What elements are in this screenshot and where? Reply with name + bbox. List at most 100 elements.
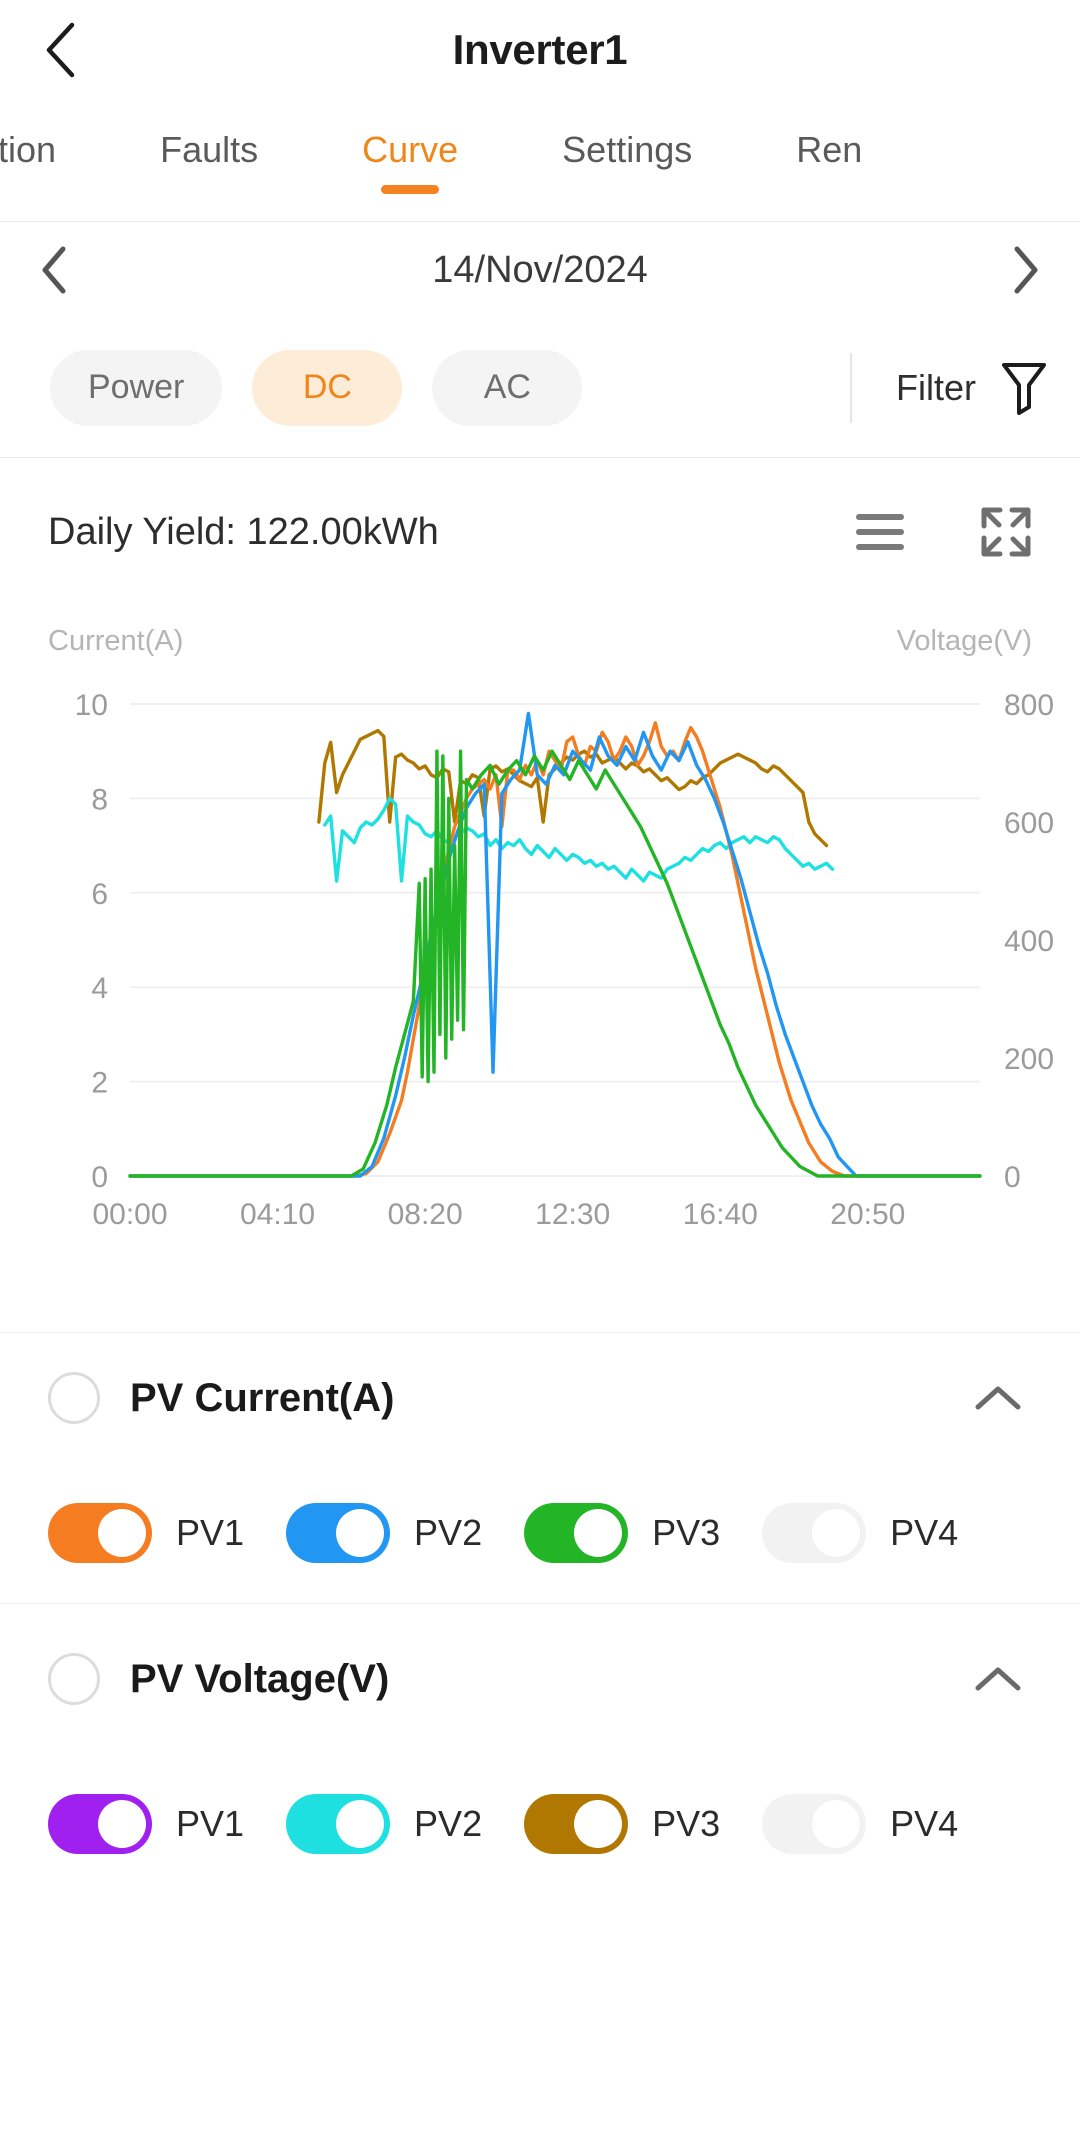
- tab-label: ation: [0, 129, 57, 170]
- tab-faults[interactable]: Faults: [108, 100, 310, 200]
- section-pv-voltage: PV Voltage(V) PV1 PV2 PV3 PV4: [0, 1603, 1080, 1894]
- toggle-pv-voltage-pv3[interactable]: [524, 1794, 629, 1854]
- chevron-left-icon: [42, 246, 66, 294]
- chip-label: DC: [302, 368, 352, 406]
- svg-text:20:50: 20:50: [830, 1198, 905, 1231]
- section-radio-pv-current[interactable]: [48, 1372, 100, 1424]
- chip-power[interactable]: Power: [50, 349, 223, 426]
- previous-day-button[interactable]: [22, 238, 86, 302]
- tab-label: Faults: [160, 129, 259, 170]
- tab-remote[interactable]: Ren: [744, 100, 914, 200]
- filter-bar: Power DC AC Filter: [0, 318, 1080, 458]
- next-day-button[interactable]: [994, 238, 1058, 302]
- legend-label: PV2: [414, 1803, 483, 1844]
- chevron-right-icon: [1014, 246, 1038, 294]
- section-items: PV1 PV2 PV3 PV4: [0, 1754, 1080, 1894]
- legend-label: PV2: [414, 1512, 483, 1553]
- page-title: Inverter1: [452, 26, 628, 73]
- legend-item[interactable]: PV3: [524, 1794, 720, 1854]
- svg-text:600: 600: [1004, 807, 1054, 840]
- chart-list-button[interactable]: [850, 502, 910, 562]
- toggle-knob: [574, 1509, 623, 1557]
- legend-item[interactable]: PV1: [48, 1794, 244, 1854]
- axis-captions: Current(A) Voltage(V): [0, 606, 1080, 676]
- toggle-knob: [336, 1509, 385, 1557]
- daily-yield-label: Daily Yield: 122.00kWh: [48, 510, 439, 553]
- toggle-knob: [812, 1509, 861, 1557]
- tab-settings[interactable]: Settings: [510, 100, 744, 200]
- legend-item[interactable]: PV4: [762, 1503, 958, 1563]
- tab-information[interactable]: ation: [0, 100, 108, 200]
- collapse-toggle-pv-current[interactable]: [970, 1370, 1026, 1426]
- svg-text:12:30: 12:30: [535, 1198, 610, 1231]
- section-title: PV Current(A): [130, 1375, 395, 1420]
- svg-text:800: 800: [1004, 689, 1054, 722]
- svg-text:0: 0: [1004, 1161, 1021, 1194]
- toggle-pv-current-pv1[interactable]: [48, 1503, 152, 1563]
- section-header: PV Current(A): [0, 1333, 1080, 1463]
- svg-text:0: 0: [91, 1161, 108, 1194]
- curve-chart[interactable]: 0 2 4 6 8 10 0 200 400 600 800 00:00 04:10 08:20 12:30…: [0, 676, 1080, 1296]
- legend-item[interactable]: PV3: [524, 1503, 720, 1563]
- selected-date: 14/Nov/2024: [432, 248, 648, 291]
- section-title: PV Voltage(V): [130, 1656, 390, 1701]
- chart-header-actions: [850, 502, 1036, 562]
- app-screen: Inverter1 ation Faults Curve Settings Re…: [0, 0, 1080, 2135]
- tab-bar: ation Faults Curve Settings Ren: [0, 100, 1080, 222]
- filter-label: Filter: [896, 366, 976, 408]
- legend-item[interactable]: PV1: [48, 1503, 244, 1563]
- tab-label: Settings: [562, 129, 693, 170]
- collapse-toggle-pv-voltage[interactable]: [970, 1651, 1026, 1707]
- section-header: PV Voltage(V): [0, 1604, 1080, 1754]
- date-navigation: 14/Nov/2024: [0, 222, 1080, 318]
- chip-label: Power: [88, 368, 185, 406]
- toggle-pv-current-pv2[interactable]: [286, 1503, 391, 1563]
- legend-label: PV3: [652, 1803, 721, 1844]
- svg-text:2: 2: [91, 1067, 108, 1100]
- legend-label: PV3: [652, 1512, 721, 1553]
- section-items: PV1 PV2 PV3 PV4: [0, 1463, 1080, 1603]
- toggle-pv-voltage-pv2[interactable]: [286, 1794, 391, 1854]
- tab-strip[interactable]: ation Faults Curve Settings Ren: [0, 100, 914, 200]
- chart-fullscreen-button[interactable]: [976, 502, 1036, 562]
- svg-text:8: 8: [91, 783, 108, 816]
- section-pv-current: PV Current(A) PV1 PV2 PV3 PV4: [0, 1332, 1080, 1603]
- toggle-pv-voltage-pv4[interactable]: [762, 1794, 867, 1854]
- chart-canvas: 0 2 4 6 8 10 0 200 400 600 800 00:00 04:10 08:20 12:30…: [75, 689, 1054, 1231]
- svg-text:4: 4: [91, 972, 108, 1005]
- section-radio-pv-voltage[interactable]: [48, 1653, 100, 1705]
- legend-label: PV4: [890, 1512, 959, 1553]
- legend-item[interactable]: PV4: [762, 1794, 958, 1854]
- svg-text:00:00: 00:00: [92, 1198, 167, 1231]
- toggle-pv-current-pv4[interactable]: [762, 1503, 867, 1563]
- legend-item[interactable]: PV2: [286, 1794, 482, 1854]
- toggle-pv-voltage-pv1[interactable]: [48, 1794, 152, 1854]
- svg-text:200: 200: [1004, 1043, 1054, 1076]
- toggle-pv-current-pv3[interactable]: [524, 1503, 629, 1563]
- svg-text:04:10: 04:10: [240, 1198, 315, 1231]
- toggle-knob: [98, 1800, 146, 1848]
- right-axis-caption: Voltage(V): [896, 624, 1032, 657]
- chevron-up-icon: [975, 1667, 1021, 1691]
- chip-label: AC: [483, 368, 531, 406]
- legend-label: PV1: [176, 1803, 245, 1844]
- chevron-up-icon: [975, 1386, 1021, 1410]
- legend-item[interactable]: PV2: [286, 1503, 482, 1563]
- chip-group: Power DC AC: [50, 349, 583, 426]
- hamburger-list-icon: [856, 514, 904, 550]
- svg-text:16:40: 16:40: [683, 1198, 758, 1231]
- svg-text:08:20: 08:20: [388, 1198, 463, 1231]
- back-button[interactable]: [30, 20, 90, 80]
- chip-dc[interactable]: DC: [252, 349, 403, 426]
- filter-button[interactable]: Filter: [850, 352, 1050, 423]
- svg-text:6: 6: [91, 878, 108, 911]
- funnel-icon: [1002, 362, 1046, 415]
- tab-curve[interactable]: Curve: [310, 100, 510, 200]
- chip-ac[interactable]: AC: [432, 349, 583, 426]
- tab-label: Curve: [362, 129, 459, 170]
- toggle-knob: [574, 1800, 623, 1848]
- tab-label: Ren: [796, 129, 863, 170]
- svg-text:10: 10: [75, 689, 108, 722]
- chart-card-header: Daily Yield: 122.00kWh: [0, 458, 1080, 606]
- toggle-knob: [812, 1800, 861, 1848]
